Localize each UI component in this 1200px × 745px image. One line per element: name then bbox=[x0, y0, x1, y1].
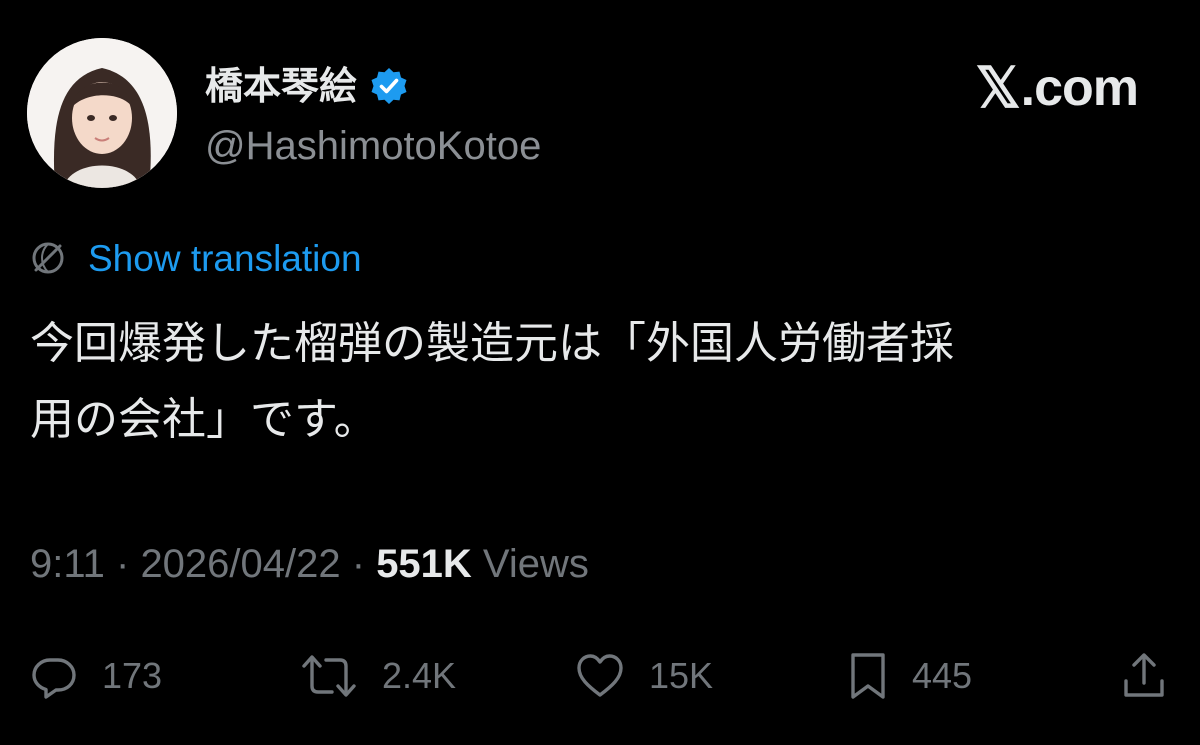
repost-icon bbox=[302, 655, 356, 697]
tweet-time[interactable]: 9:11 bbox=[30, 542, 105, 586]
meta-separator: · bbox=[340, 542, 377, 586]
like-icon bbox=[577, 654, 623, 697]
like-count: 15K bbox=[649, 655, 714, 696]
reply-count: 173 bbox=[102, 655, 163, 696]
bookmark-button[interactable]: 445 bbox=[848, 650, 972, 702]
bookmark-icon bbox=[851, 653, 885, 699]
show-translation-link[interactable]: Show translation bbox=[88, 240, 362, 277]
reply-button[interactable]: 173 bbox=[30, 650, 162, 702]
share-icon bbox=[1124, 653, 1164, 697]
author-name-row[interactable]: 橋本琴絵 bbox=[205, 60, 409, 112]
user-handle[interactable]: @HashimotoKotoe bbox=[205, 126, 541, 166]
translation-row[interactable]: Show translation bbox=[30, 236, 362, 280]
x-logo: 𝕏 bbox=[975, 56, 1021, 119]
like-button[interactable]: 15K bbox=[575, 650, 713, 702]
avatar[interactable] bbox=[27, 38, 177, 188]
reply-icon bbox=[32, 658, 76, 699]
verified-badge-icon bbox=[371, 68, 407, 104]
tweet-date[interactable]: 2026/04/22 bbox=[140, 542, 340, 586]
avatar-photo bbox=[27, 38, 177, 188]
share-button[interactable] bbox=[1122, 650, 1166, 702]
views-count: 551K bbox=[376, 542, 472, 586]
meta-separator: · bbox=[104, 542, 141, 586]
tweet-meta: 9:11 · 2026/04/22 · 551K Views bbox=[30, 540, 589, 588]
brand-domain: .com bbox=[1020, 59, 1139, 117]
action-bar: 173 2.4K 15K 445 bbox=[30, 650, 1180, 702]
tweet-text: 今回爆発した榴弾の製造元は「外国人労働者採 用の会社」です。 bbox=[30, 318, 954, 445]
repost-button[interactable]: 2.4K bbox=[300, 650, 456, 702]
globe-icon bbox=[32, 242, 64, 274]
bookmark-count: 445 bbox=[912, 655, 973, 696]
views-label: Views bbox=[471, 542, 589, 586]
x-com-brand: 𝕏 .com bbox=[976, 56, 1140, 119]
repost-count: 2.4K bbox=[382, 655, 457, 696]
display-name[interactable]: 橋本琴絵 bbox=[205, 67, 357, 105]
